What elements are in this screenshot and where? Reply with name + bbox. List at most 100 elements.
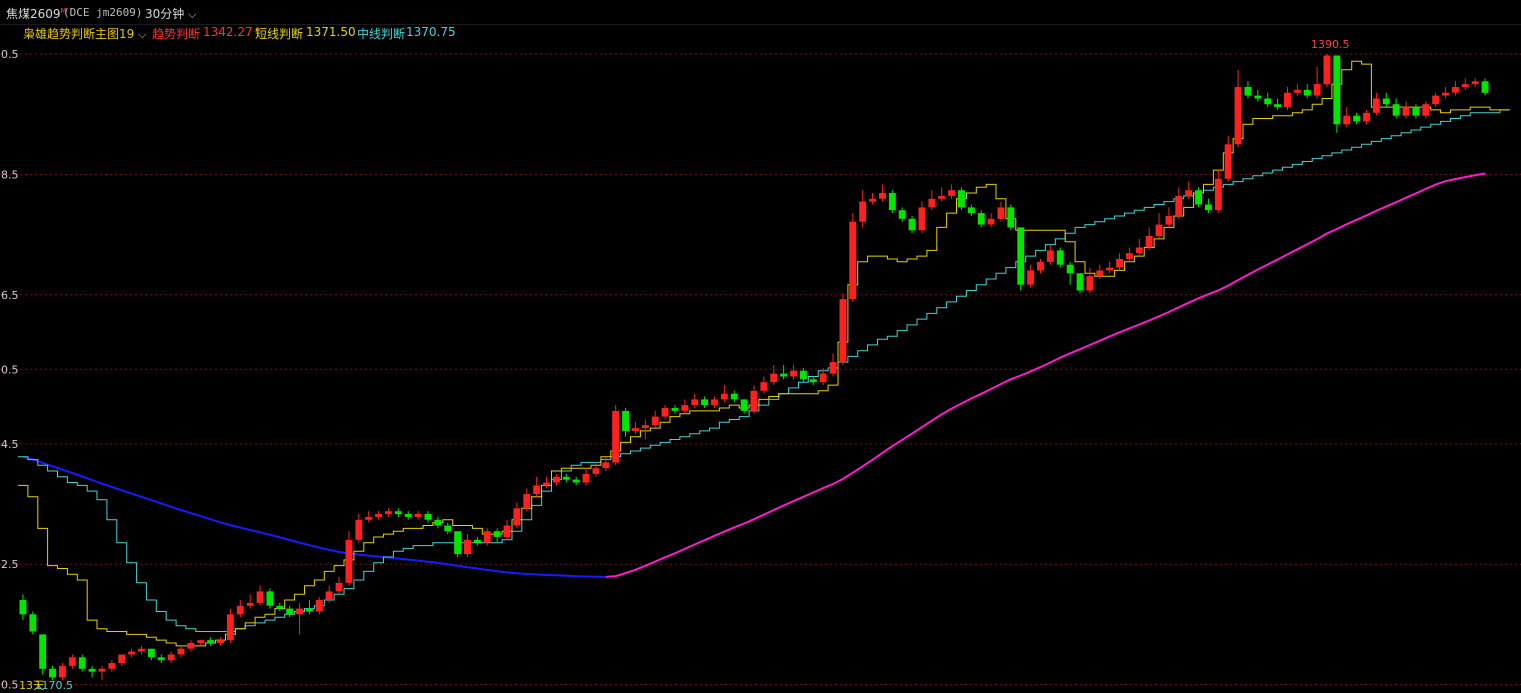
candle-body [246,602,254,606]
candle-body [404,514,412,517]
candle-body [1353,115,1361,122]
candle-body [869,198,876,202]
candle-body [1205,204,1212,211]
candle-body [1046,250,1054,262]
candle-body [799,370,807,380]
candle-body [78,657,86,669]
candle-body [1372,98,1380,113]
mid-line-series [18,109,1510,632]
candle-body [879,193,886,199]
candle-body [1442,92,1449,96]
candle-body [977,213,985,225]
candle-body [523,494,531,509]
candle-body [839,299,847,363]
candle-body [1284,92,1291,107]
candle-body [671,408,679,411]
y-axis-labels: 0.5 8.5 6.5 0.5 4.5 2.5 0.5 [1,48,19,692]
candle-body [1135,247,1143,254]
annotations: 1390.51170.513天 [19,38,1349,692]
trend-up-series [605,172,1486,578]
candle-body [197,640,205,643]
candle-body [829,362,837,374]
candle-body [790,370,797,377]
candle-body [987,218,995,225]
candle-body [1126,253,1133,259]
candle-body [157,657,165,661]
candle-body [256,591,264,603]
short-line-series [18,60,1510,647]
candle-body [1195,190,1202,205]
candle-body [1155,224,1163,237]
candle-body [691,399,699,406]
candle-body [997,207,1005,219]
candle-body [740,399,748,411]
candle-body [513,508,521,526]
candle-body [1461,84,1469,87]
candle-body [958,190,965,208]
candle-body [414,514,422,517]
candle-body [98,668,106,672]
candle-body [1214,178,1222,211]
candle-body [632,428,639,431]
candle-body [1234,87,1242,145]
candle-body [286,608,294,615]
candle-body [572,479,580,483]
candle-body [1254,95,1262,99]
candle-body [562,476,570,480]
candle-body [1382,98,1390,105]
candle-body [641,425,649,429]
trend-line [22,172,1486,578]
y-tick-label: 6.5 [1,289,19,302]
candle-body [622,410,629,431]
candle-body [1007,207,1015,228]
candle-body [1313,84,1321,96]
candle-body [1481,81,1489,93]
y-tick-label: 0.5 [1,48,19,61]
candle-body [385,511,392,515]
candle-body [1402,107,1410,116]
candle-body [1452,87,1459,93]
footer-label: 13天 [19,679,44,692]
candle-body [1066,264,1074,274]
candle-body [315,600,323,612]
candle-body [1175,195,1183,216]
candle-body [1076,273,1084,291]
short-line [18,60,1510,647]
candle-body [711,399,718,406]
candle-body [661,408,669,417]
candle-body [1056,250,1064,265]
candle-body [1343,115,1351,125]
candle-body [809,379,817,383]
candle-body [464,539,471,555]
candlestick-chart[interactable]: 0.5 8.5 6.5 0.5 4.5 2.5 0.5 1390.51170.513天 [0,0,1521,693]
candle-body [602,462,610,469]
candle-body [612,410,620,463]
candle-body [592,468,600,474]
candle-body [543,482,550,486]
candle-body [1165,216,1173,225]
candle-body [1471,81,1479,85]
candle-body [1264,98,1272,105]
candle-body [1096,270,1104,277]
candle-body [730,393,738,400]
candle-body [434,519,442,526]
candle-body [88,668,96,672]
candle-body [375,514,382,517]
candle-body [651,416,659,426]
candle-body [1333,55,1341,125]
candle-body [918,207,926,231]
candle-body [1412,107,1420,116]
candle-body [424,514,432,520]
candle-body [167,654,175,661]
candle-body [365,516,373,520]
candle-body [1303,89,1311,96]
candle-body [1027,270,1035,285]
candle-body [908,218,916,231]
candle-body [948,190,955,196]
candle-body [147,648,155,658]
candle-body [1323,55,1331,85]
candle-body [859,201,867,222]
candle-body [483,531,491,543]
candle-body [345,539,353,583]
candle-body [1363,112,1370,122]
